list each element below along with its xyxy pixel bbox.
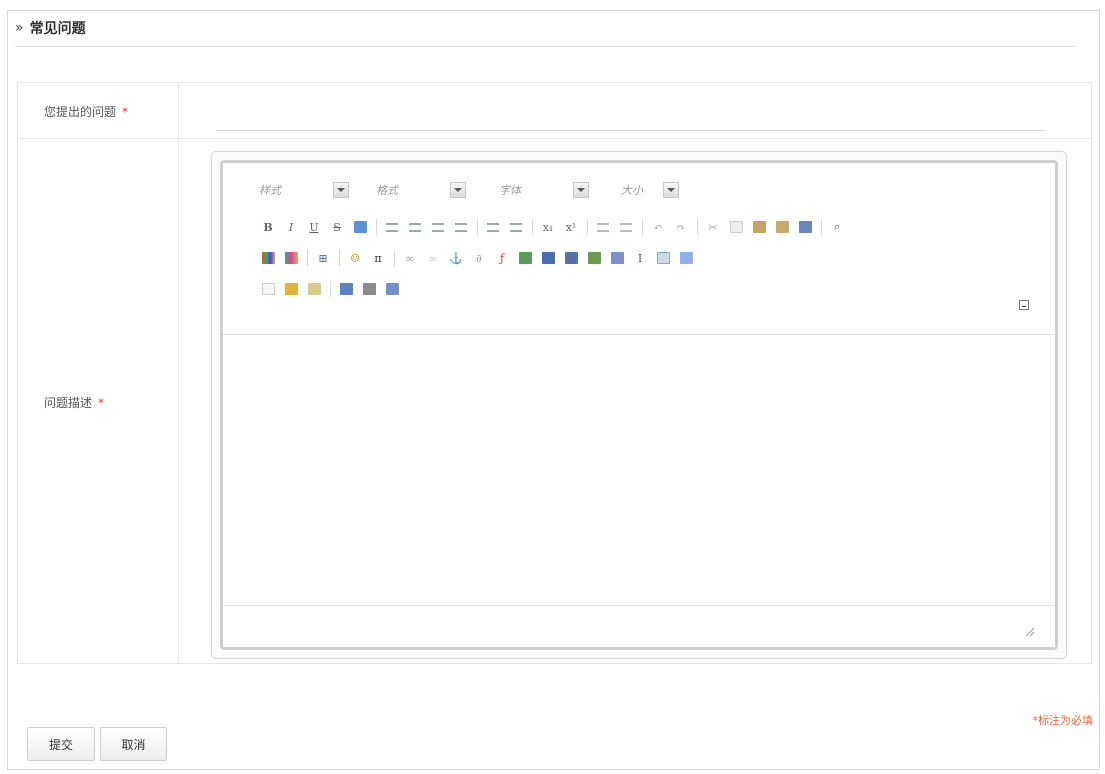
- spellcheck-icon[interactable]: [305, 280, 323, 298]
- submit-button[interactable]: 提交: [27, 727, 95, 761]
- question-label: 您提出的问题 *: [44, 103, 128, 120]
- new-page-icon[interactable]: [259, 280, 277, 298]
- flash-icon[interactable]: ƒ: [493, 249, 511, 267]
- table-icon[interactable]: ⊞: [314, 249, 332, 267]
- toolbar-separator: [642, 219, 643, 235]
- toolbar-row-3: [259, 278, 406, 300]
- link-icon[interactable]: ∞: [401, 249, 419, 267]
- form-icon[interactable]: [562, 249, 580, 267]
- template-icon[interactable]: [677, 249, 695, 267]
- chevron-down-icon: [573, 182, 589, 198]
- paste-icon[interactable]: [750, 218, 768, 236]
- text-color-icon[interactable]: [259, 249, 277, 267]
- highlight-icon[interactable]: [351, 218, 369, 236]
- collapse-toolbar-icon[interactable]: [1019, 300, 1029, 310]
- textfield-icon[interactable]: I: [631, 249, 649, 267]
- paste-word-icon[interactable]: [796, 218, 814, 236]
- bulleted-list-icon[interactable]: [507, 218, 525, 236]
- source-icon[interactable]: [383, 280, 401, 298]
- cut-icon[interactable]: ✂: [704, 218, 722, 236]
- toolbar-separator: [307, 250, 308, 266]
- copy-icon[interactable]: [727, 218, 745, 236]
- toolbar-row-2: ⊞ ☺ π ∞ ∞ ⚓ ∂ ƒ I: [259, 247, 700, 269]
- resize-handle-icon[interactable]: [1025, 627, 1035, 637]
- font-combo-label: 字体: [499, 184, 521, 197]
- question-label-text: 您提出的问题: [44, 105, 117, 119]
- formula-icon[interactable]: π: [369, 249, 387, 267]
- subscript-icon[interactable]: x₁: [539, 218, 557, 236]
- style-combo[interactable]: 样式: [259, 179, 349, 201]
- cancel-button[interactable]: 取消: [100, 727, 167, 761]
- header-divider: [15, 46, 1077, 47]
- anchor-icon[interactable]: ⚓: [447, 249, 465, 267]
- numbered-list-icon[interactable]: [484, 218, 502, 236]
- editor-status-bar: [223, 605, 1055, 647]
- align-right-icon[interactable]: [429, 218, 447, 236]
- superscript-icon[interactable]: x¹: [562, 218, 580, 236]
- description-label: 问题描述 *: [44, 394, 104, 411]
- required-note: *标注为必填: [1032, 714, 1094, 727]
- description-label-text: 问题描述: [44, 396, 93, 410]
- chevron-down-icon: [663, 182, 679, 198]
- format-combo-label: 格式: [376, 184, 398, 197]
- picture-edit-icon[interactable]: [585, 249, 603, 267]
- toolbar-separator: [394, 250, 395, 266]
- bold-icon[interactable]: B: [259, 218, 277, 236]
- toolbar-separator: [821, 219, 822, 235]
- preview-icon[interactable]: [337, 280, 355, 298]
- toolbar-separator: [587, 219, 588, 235]
- double-chevron-icon: »: [15, 20, 23, 36]
- font-combo[interactable]: 字体: [499, 179, 589, 201]
- image-icon[interactable]: [516, 249, 534, 267]
- toolbar-separator: [330, 281, 331, 297]
- outdent-icon[interactable]: [594, 218, 612, 236]
- toolbar-separator: [376, 219, 377, 235]
- size-combo-label: 大小: [621, 184, 643, 197]
- align-left-icon[interactable]: [383, 218, 401, 236]
- align-center-icon[interactable]: [406, 218, 424, 236]
- unlink-icon[interactable]: ∞: [424, 249, 442, 267]
- rich-text-editor-frame: 样式 格式 字体 大小 B I U S x₁ x¹ ↶ ↷ ✂ ⌕ ⊞ ☺ π …: [211, 151, 1067, 659]
- indent-icon[interactable]: [617, 218, 635, 236]
- section-header: » 常见问题: [15, 18, 86, 38]
- iframe-icon[interactable]: [608, 249, 626, 267]
- editor-content-area[interactable]: [223, 335, 1055, 605]
- faq-form: 您提出的问题 * 问题描述 * 样式 格式 字体 大小 B I U S x₁ x…: [17, 82, 1092, 664]
- underline-icon[interactable]: U: [305, 218, 323, 236]
- page-title: 常见问题: [29, 21, 86, 37]
- required-mark: *: [98, 396, 105, 410]
- undo-icon[interactable]: ↶: [649, 218, 667, 236]
- redo-icon[interactable]: ↷: [672, 218, 690, 236]
- attachment-icon[interactable]: ∂: [470, 249, 488, 267]
- smiley-icon[interactable]: ☺: [346, 249, 364, 267]
- style-combo-label: 样式: [259, 184, 281, 197]
- required-mark: *: [122, 105, 129, 119]
- toolbar-row-1: B I U S x₁ x¹ ↶ ↷ ✂ ⌕: [259, 216, 851, 238]
- paste-text-icon[interactable]: [773, 218, 791, 236]
- toolbar-separator: [532, 219, 533, 235]
- rich-text-editor: 样式 格式 字体 大小 B I U S x₁ x¹ ↶ ↷ ✂ ⌕ ⊞ ☺ π …: [220, 160, 1058, 650]
- strikethrough-icon[interactable]: S: [328, 218, 346, 236]
- toolbar-separator: [477, 219, 478, 235]
- editor-toolbar: 样式 格式 字体 大小 B I U S x₁ x¹ ↶ ↷ ✂ ⌕ ⊞ ☺ π …: [223, 163, 1055, 335]
- chevron-down-icon: [333, 182, 349, 198]
- background-color-icon[interactable]: [282, 249, 300, 267]
- toolbar-separator: [339, 250, 340, 266]
- find-icon[interactable]: ⌕: [828, 218, 846, 236]
- format-combo[interactable]: 格式: [376, 179, 466, 201]
- print-icon[interactable]: [360, 280, 378, 298]
- question-input[interactable]: [216, 111, 1046, 131]
- toolbar-separator: [697, 219, 698, 235]
- clean-format-icon[interactable]: [282, 280, 300, 298]
- page: » 常见问题 您提出的问题 * 问题描述 * 样式 格式 字体 大小 B I U…: [0, 0, 1105, 774]
- italic-icon[interactable]: I: [282, 218, 300, 236]
- chevron-down-icon: [450, 182, 466, 198]
- select-icon[interactable]: [654, 249, 672, 267]
- column-divider: [178, 83, 179, 663]
- justify-icon[interactable]: [452, 218, 470, 236]
- size-combo[interactable]: 大小: [621, 179, 679, 201]
- video-icon[interactable]: [539, 249, 557, 267]
